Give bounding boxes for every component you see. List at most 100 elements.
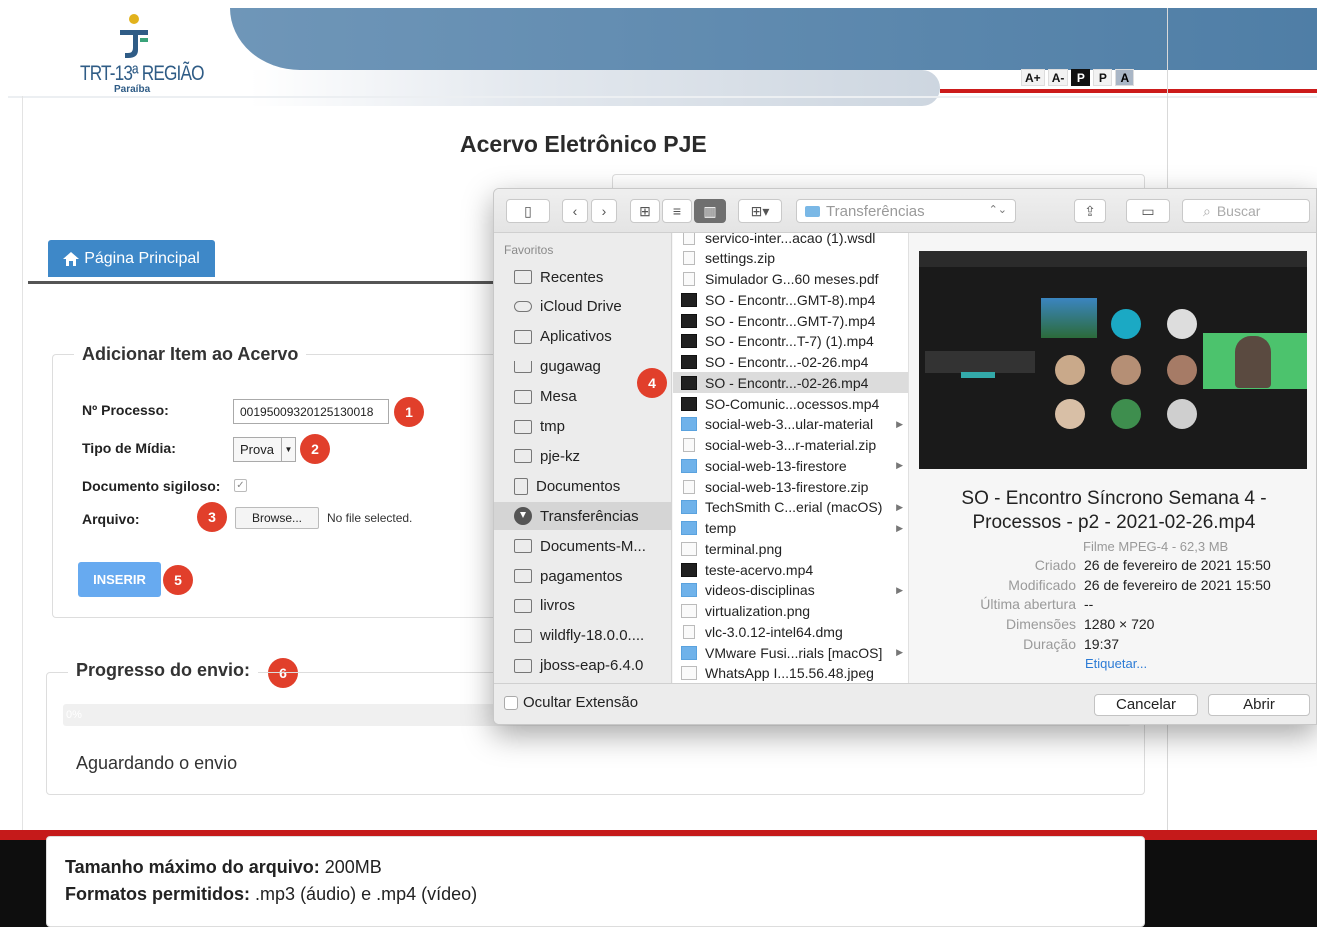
video-preview-thumbnail [919, 251, 1307, 469]
sigiloso-checkbox[interactable]: ✓ [234, 479, 247, 492]
share-icon: ⇪ [1084, 202, 1096, 219]
browse-button[interactable]: Browse... [235, 507, 319, 529]
disclosure-chevron-icon: ▶ [896, 522, 903, 533]
sidebar-toggle-button[interactable]: ▯ [506, 199, 550, 223]
trt-logo-icon [120, 14, 148, 58]
preview-kind: Filme MPEG-4 - 62,3 MB [1083, 539, 1229, 554]
file-name: VMware Fusi...rials [macOS] [705, 644, 883, 661]
folder-icon [514, 628, 532, 643]
preview-participant-photo [1041, 298, 1097, 338]
file-row[interactable]: SO-Comunic...ocessos.mp4 [673, 393, 908, 414]
meta-value: 26 de fevereiro de 2021 15:50 [1084, 576, 1271, 593]
sidebar-icon: ▯ [524, 202, 532, 219]
preview-title: SO - Encontro Síncrono Semana 4 - Proces… [961, 488, 1267, 533]
font-size-controls: A+ A- P P A [1021, 69, 1135, 86]
folder-icon [514, 449, 532, 464]
file-row[interactable]: vlc-3.0.12-intel64.dmg [673, 621, 908, 642]
file-row[interactable]: teste-acervo.mp4 [673, 559, 908, 580]
file-name: social-web-3...ular-material [705, 416, 874, 433]
page-border-left [22, 96, 23, 836]
list-view-button[interactable]: ≡ [662, 199, 692, 223]
file-row[interactable]: social-web-13-firestore.zip [673, 476, 908, 497]
file-row[interactable]: settings.zip [673, 248, 908, 269]
file-row[interactable]: social-web-3...r-material.zip [673, 435, 908, 456]
formats-line: Formatos permitidos: .mp3 (áudio) e .mp4… [65, 884, 477, 905]
meta-value: 1280 × 720 [1084, 616, 1155, 633]
open-button[interactable]: Abrir [1208, 694, 1310, 716]
file-row[interactable]: SO - Encontr...GMT-8).mp4 [673, 289, 908, 310]
file-row[interactable]: videos-disciplinas ▶ [673, 580, 908, 601]
processo-label: Nº Processo: [82, 402, 169, 418]
location-popup[interactable]: Transferências ⌃⌄ [796, 199, 1016, 223]
tag-button[interactable]: ▭ [1126, 199, 1170, 223]
file-row[interactable]: TechSmith C...erial (macOS) ▶ [673, 497, 908, 518]
sidebar-item-label: gugawag [540, 358, 601, 376]
file-row[interactable]: SO - Encontr...GMT-7).mp4 [673, 310, 908, 331]
disclosure-chevron-icon: ▶ [896, 460, 903, 471]
icon-view-button[interactable]: ⊞ [630, 199, 660, 223]
sidebar-item[interactable]: jboss-eap-6.4.0 [494, 652, 671, 680]
group-button[interactable]: ⊞▾ [738, 199, 782, 223]
cancel-button[interactable]: Cancelar [1094, 694, 1198, 716]
file-name: SO - Encontr...-02-26.mp4 [705, 354, 869, 370]
font-decrease-button[interactable]: A- [1047, 69, 1069, 86]
file-row[interactable]: VMware Fusi...rials [macOS] ▶ [673, 642, 908, 663]
file-row[interactable]: SO - Encontr...-02-26.mp4 [673, 352, 908, 373]
sidebar-item[interactable]: tmp [494, 413, 671, 441]
sidebar-item[interactable]: Transferências [494, 502, 671, 531]
share-button[interactable]: ⇪ [1074, 199, 1106, 223]
font-increase-button[interactable]: A+ [1021, 69, 1045, 86]
file-row[interactable]: Simulador G...60 meses.pdf [673, 269, 908, 290]
preview-meta-row: Modificado 26 de fevereiro de 2021 15:50 [924, 577, 1304, 597]
hide-extension-checkbox[interactable] [504, 696, 518, 710]
file-row[interactable]: social-web-3...ular-material ▶ [673, 414, 908, 435]
sidebar-item[interactable]: iCloud Drive [494, 293, 671, 321]
dropdown-arrow-icon: ▼ [281, 438, 295, 461]
sidebar-item[interactable]: Recentes [494, 263, 671, 291]
sidebar-item[interactable]: Aplicativos [494, 323, 671, 351]
home-button[interactable]: Página Principal [48, 240, 215, 277]
arquivo-label: Arquivo: [82, 511, 140, 527]
back-button[interactable]: ‹ [562, 199, 588, 223]
sidebar-item[interactable]: livros [494, 592, 671, 620]
sidebar-item[interactable]: pje-kz [494, 442, 671, 470]
meta-key: Criado [1034, 557, 1076, 573]
font-reset-button[interactable]: A [1115, 69, 1135, 86]
midia-select-value: Prova [240, 442, 274, 457]
meta-value: -- [1084, 596, 1094, 613]
video-file-icon [681, 292, 697, 307]
document-icon [683, 233, 695, 245]
file-row[interactable]: servico-inter...acao (1).wsdl [673, 233, 908, 248]
processo-input[interactable] [233, 399, 389, 424]
file-row[interactable]: social-web-13-firestore ▶ [673, 455, 908, 476]
folder-icon [681, 458, 697, 473]
folder-icon [681, 417, 697, 432]
file-list[interactable]: servico-inter...acao (1).wsdl settings.zi… [673, 233, 909, 683]
file-row[interactable]: terminal.png [673, 538, 908, 559]
file-name: social-web-13-firestore [705, 457, 847, 474]
file-row[interactable]: temp ▶ [673, 518, 908, 539]
search-field[interactable]: ⌕ Buscar [1182, 199, 1310, 223]
add-item-legend: Adicionar Item ao Acervo [74, 344, 307, 365]
document-icon [683, 479, 695, 494]
insert-button[interactable]: INSERIR [78, 562, 161, 597]
sidebar-item[interactable]: Documentos [494, 472, 671, 500]
contrast-light-button[interactable]: P [1093, 69, 1113, 86]
file-row[interactable]: SO - Encontr...-02-26.mp4 [673, 372, 908, 394]
midia-select[interactable]: Prova ▼ [233, 437, 296, 462]
header-red-line [940, 89, 1317, 93]
sidebar-item[interactable]: pagamentos [494, 562, 671, 590]
forward-button[interactable]: › [591, 199, 617, 223]
column-view-button[interactable]: ▥ [694, 199, 726, 223]
contrast-dark-button[interactable]: P [1071, 69, 1091, 86]
file-row[interactable]: SO - Encontr...T-7) (1).mp4 [673, 331, 908, 352]
add-tags-link[interactable]: Etiquetar... [1085, 656, 1147, 671]
file-row[interactable]: virtualization.png [673, 601, 908, 622]
sidebar-item-label: Aplicativos [540, 328, 612, 346]
sidebar-item[interactable]: wildfly-18.0.0.... [494, 622, 671, 650]
sidebar-item-label: wildfly-18.0.0.... [540, 627, 645, 645]
sidebar-item[interactable]: Documents-M... [494, 532, 671, 560]
file-row[interactable]: WhatsApp I...15.56.48.jpeg [673, 663, 908, 683]
max-size-label: Tamanho máximo do arquivo: [65, 857, 320, 877]
sidebar-item-label: iCloud Drive [540, 298, 622, 316]
